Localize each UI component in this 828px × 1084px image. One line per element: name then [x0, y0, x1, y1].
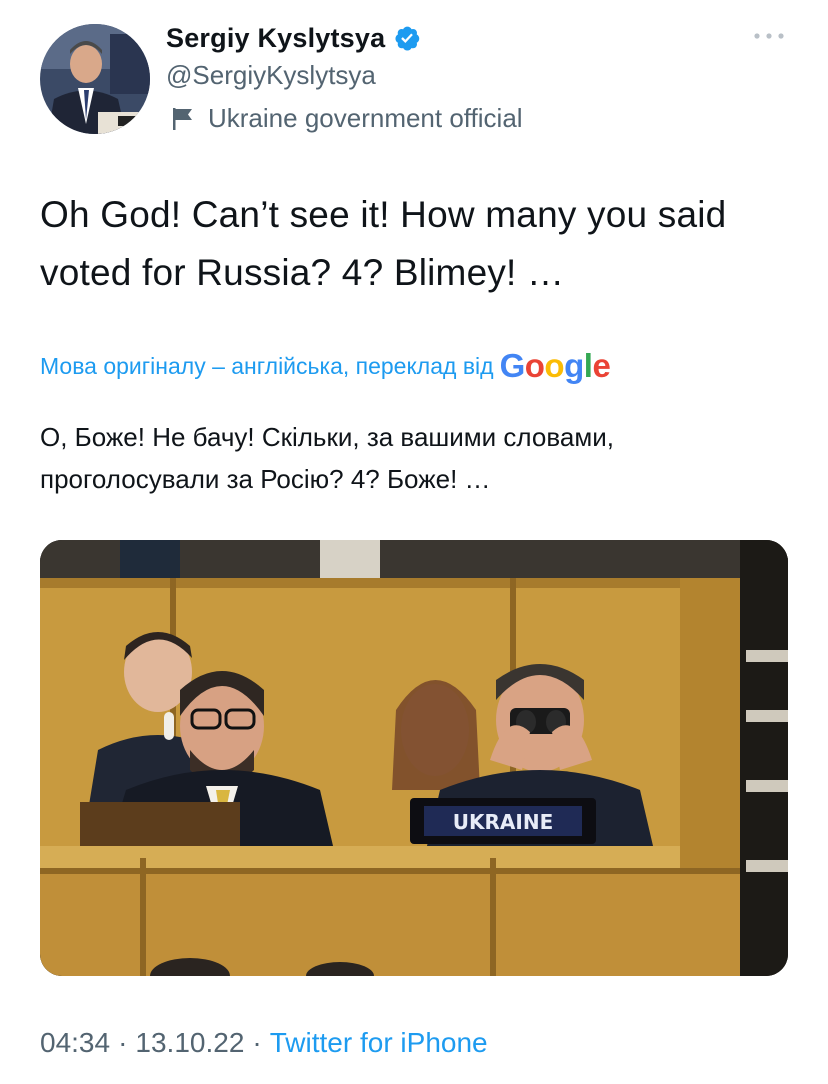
- affiliation-label-text: Ukraine government official: [208, 103, 523, 133]
- translated-text: О, Боже! Не бачу! Скільки, за вашими сло…: [40, 422, 614, 494]
- flag-icon: [172, 107, 194, 131]
- translation-label: Мова оригіналу – англійська, переклад ві…: [40, 352, 494, 379]
- translation-attribution[interactable]: Мова оригіналу – англійська, переклад ві…: [40, 344, 611, 388]
- avatar[interactable]: [40, 24, 150, 134]
- affiliation-label: Ukraine government official: [166, 103, 523, 134]
- tweet-meta: 04:34 · 13.10.22 · Twitter for iPhone: [40, 1027, 488, 1059]
- meta-separator: ·: [118, 1027, 128, 1058]
- nameplate-text: UKRAINE: [453, 810, 553, 834]
- tweet-text: Oh God! Can’t see it! How many you said …: [40, 194, 727, 293]
- more-options-icon[interactable]: [752, 26, 786, 46]
- meta-separator: ·: [252, 1027, 262, 1058]
- tweet-photo[interactable]: UKRAINE: [40, 540, 788, 976]
- author-display-name[interactable]: Sergiy Kyslytsya: [166, 23, 385, 54]
- author-name-row: Sergiy Kyslytsya: [166, 18, 421, 58]
- verified-badge-icon: [393, 24, 421, 52]
- tweet-time[interactable]: 04:34: [40, 1027, 110, 1059]
- tweet-source-link[interactable]: Twitter for iPhone: [270, 1027, 488, 1059]
- tweet-date[interactable]: 13.10.22: [135, 1027, 244, 1059]
- author-handle[interactable]: @SergiyKyslytsya: [166, 60, 376, 91]
- google-logo: Google: [499, 347, 611, 384]
